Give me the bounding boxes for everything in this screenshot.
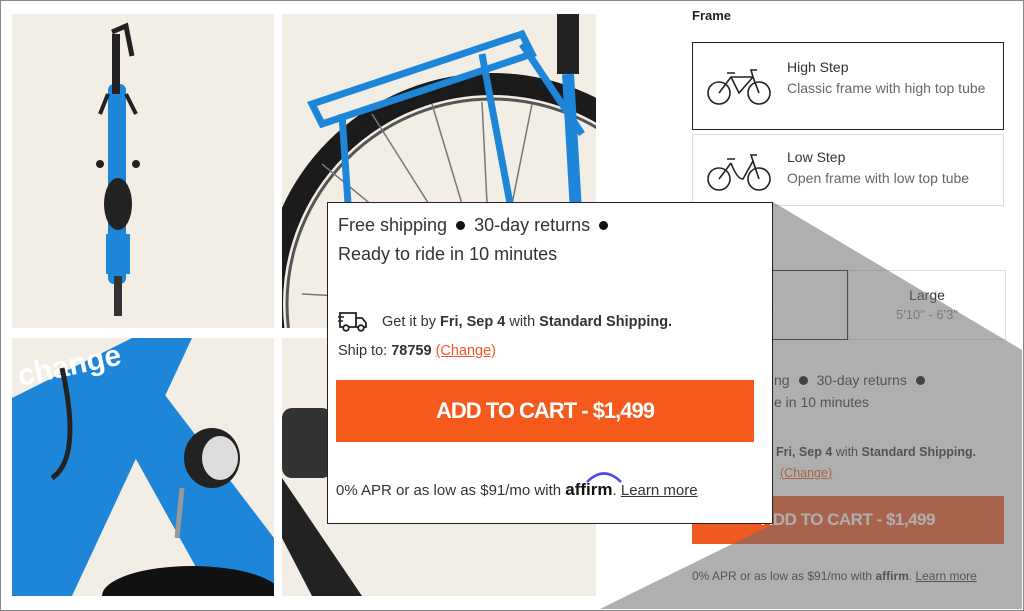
affirm-logo: affirm (875, 569, 909, 583)
delivery-line: Fri, Sep 4 with Standard Shipping. (776, 445, 976, 459)
financing-line: 0% APR or as low as $91/mo with affirm. … (692, 569, 977, 583)
bullet-icon (915, 375, 925, 385)
bullet-icon (798, 375, 808, 385)
size-option-large[interactable]: Large 5'10" - 6'3" (848, 270, 1006, 340)
frame-option-high-step[interactable]: High Step Classic frame with high top tu… (692, 42, 1004, 130)
perks-line: Free shipping 30-day returns (338, 215, 617, 236)
zoomed-purchase-callout: Free shipping 30-day returns Ready to rid… (327, 202, 773, 524)
bike-high-step-icon (707, 69, 771, 105)
bullet-icon (599, 220, 609, 230)
delivery-method: Standard Shipping. (861, 445, 977, 459)
apr-text: 0% APR or as low as $91/mo with (336, 482, 562, 499)
add-to-cart-button[interactable]: ADD TO CART - $1,499 (336, 380, 754, 442)
delivery-day: Fri, Sep 4 (440, 314, 506, 330)
perk-text: ng (774, 372, 790, 388)
delivery-method: Standard Shipping. (539, 314, 673, 330)
gallery-image-headlight[interactable]: change (12, 338, 274, 596)
bike-top-view-illustration (96, 22, 140, 316)
bike-headlight-illustration: change (12, 338, 274, 596)
change-link[interactable]: (Change) (780, 466, 832, 480)
frame-option-desc: Classic frame with high top tube (787, 80, 986, 96)
affirm-arc-icon (586, 472, 623, 483)
apr-text: 0% APR or as low as $91/mo with (692, 569, 873, 583)
change-zip-link[interactable]: (Change) (436, 343, 496, 359)
truck-icon (338, 312, 367, 332)
ship-to-label: Ship to: (338, 343, 388, 359)
size-name: Large (909, 287, 945, 303)
perk-returns: 30-day returns (474, 215, 591, 235)
frame-option-name: Low Step (787, 149, 846, 165)
size-range: 5'10" - 6'3" (896, 307, 958, 322)
affirm-logo: affirm (565, 472, 623, 499)
zip-code: 78759 (391, 343, 432, 359)
ready-to-ride: Ready to ride in 10 minutes (338, 244, 558, 264)
change-link-text[interactable]: (Change) (780, 466, 832, 480)
delivery-estimate: Get it by Fri, Sep 4 with Standard Shipp… (382, 314, 672, 330)
frame-option-name: High Step (787, 59, 849, 75)
delivery-day: Fri, Sep 4 (776, 445, 833, 459)
delivery-with: with (835, 445, 858, 459)
perks-line: ng 30-day returns (774, 372, 934, 388)
frame-option-low-step[interactable]: Low Step Open frame with low top tube (692, 134, 1004, 206)
financing-line: 0% APR or as low as $91/mo with affirm. … (336, 472, 736, 499)
perk-free-shipping: Free shipping (338, 215, 448, 235)
perk-text: 30-day returns (816, 372, 907, 388)
learn-more-link[interactable]: Learn more (915, 569, 976, 583)
ready-line: e in 10 minutes (774, 394, 869, 410)
ship-to-line: Ship to: 78759 (Change) (338, 343, 496, 359)
delivery-with: with (509, 314, 536, 330)
frame-option-desc: Open frame with low top tube (787, 170, 970, 186)
get-it-by: Get it by (382, 314, 436, 330)
gallery-image-top-view[interactable] (12, 14, 274, 328)
bike-low-step-icon (707, 154, 771, 191)
learn-more-link[interactable]: Learn more (621, 482, 698, 499)
bullet-icon (456, 220, 466, 230)
frame-heading: Frame (692, 8, 732, 23)
